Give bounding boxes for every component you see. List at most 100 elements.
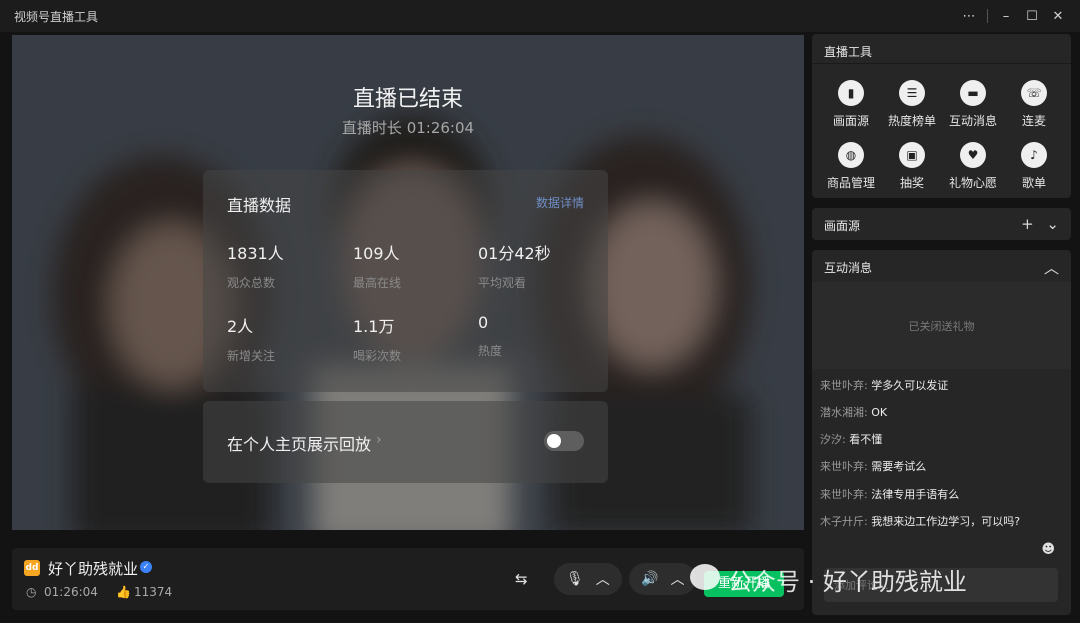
more-icon[interactable]: ⋯: [957, 5, 981, 27]
tool-playlist[interactable]: ♪ 歌单: [1002, 142, 1066, 191]
stat-label: 最高在线: [353, 276, 402, 290]
chevron-right-icon: ›: [376, 432, 382, 448]
chat-message: 潜水湘湘: OK: [820, 404, 887, 420]
screen-source-icon: ▮: [838, 80, 864, 106]
tool-heat-list[interactable]: ☰ 热度榜单: [880, 80, 944, 129]
app-title: 视频号直播工具: [14, 10, 99, 24]
chat-user: 木子廾斤:: [820, 515, 868, 528]
emoji-icon[interactable]: ☻: [1041, 542, 1055, 557]
live-ended-title: 直播已结束: [352, 87, 463, 112]
tool-gift-wish[interactable]: ♥ 礼物心愿: [941, 142, 1005, 191]
stat-value: 0: [478, 313, 489, 332]
clock-icon: ◷: [26, 585, 37, 599]
data-detail-link[interactable]: 数据详情: [536, 194, 584, 211]
verified-icon: ✓: [140, 561, 152, 573]
tool-label: 互动消息: [948, 114, 997, 128]
stat-label: 新增关注: [227, 349, 276, 363]
tools-title: 直播工具: [812, 34, 1071, 64]
tool-label: 礼物心愿: [948, 176, 997, 190]
chat-user: 潜水湘湘:: [820, 406, 868, 419]
anchor-name: 好丫助残就业: [48, 560, 139, 578]
stat-cheers: 1.1万 喝彩次数: [353, 313, 473, 364]
stat-new-followers: 2人 新增关注: [227, 313, 347, 364]
stat-label: 喝彩次数: [353, 349, 402, 363]
interact-title: 互动消息: [824, 261, 873, 275]
bag-icon: ◍: [838, 142, 864, 168]
heart-icon: ♥: [960, 142, 986, 168]
minimize-icon[interactable]: –: [994, 5, 1018, 27]
stat-value: 1831人: [227, 244, 284, 263]
source-actions: + ⌄: [1021, 215, 1059, 233]
chevron-up-icon[interactable]: ︿: [596, 569, 610, 589]
chat-user: 来世卟弃:: [820, 460, 868, 473]
bottom-bar: dd 好丫助残就业 ✓ ◷ 01:26:04 👍 11374 ⇆ 🎙 ︿ 🔊 ︿…: [12, 548, 804, 610]
gift-box-icon: ▣: [899, 142, 925, 168]
chevron-up-icon[interactable]: ︿: [670, 569, 684, 589]
tool-label: 热度榜单: [887, 114, 936, 128]
tool-label: 抽奖: [899, 176, 924, 190]
replay-label: 在个人主页展示回放: [227, 435, 372, 454]
chat-text: OK: [871, 406, 888, 419]
window-controls: ⋯ – ☐ ✕: [957, 5, 1070, 27]
stat-total-viewers: 1831人 观众总数: [227, 240, 347, 291]
chat-text: 看不懂: [849, 433, 883, 446]
chat-text: 法律专用手语有么: [871, 488, 960, 501]
tool-interact-msg[interactable]: ▬ 互动消息: [941, 80, 1005, 129]
live-duration: 直播时长 01:26:04: [341, 119, 475, 137]
live-tools-panel: 直播工具 ▮ 画面源 ☰ 热度榜单 ▬ 互动消息 ☏ 连麦 ◍ 商品管理 ▣ 抽…: [812, 34, 1071, 198]
mic-icon[interactable]: 🎙: [566, 571, 584, 587]
mic-control[interactable]: 🎙 ︿: [554, 563, 622, 595]
collapse-icon[interactable]: ︿: [1044, 257, 1059, 278]
thumbs-up-icon: 👍: [116, 585, 131, 599]
chat-message: 汐汐: 看不懂: [820, 431, 882, 447]
stat-avg-watch: 01分42秒 平均观看: [478, 240, 598, 291]
tool-label: 画面源: [832, 114, 869, 128]
chat-text: 我想来边工作边学习，可以吗?: [871, 515, 1021, 528]
gifts-closed-note: 已关闭送礼物: [908, 320, 975, 333]
interact-messages-panel: 互动消息 ︿ 已关闭送礼物 来世卟弃: 学多久可以发证 潜水湘湘: OK 汐汐:…: [812, 250, 1071, 615]
tool-screen-source[interactable]: ▮ 画面源: [819, 80, 883, 129]
tool-goods[interactable]: ◍ 商品管理: [819, 142, 883, 191]
chat-user: 汐汐:: [820, 433, 846, 446]
tool-label: 商品管理: [826, 176, 875, 190]
stat-label: 平均观看: [478, 276, 527, 290]
stat-label: 热度: [478, 344, 503, 358]
divider: [987, 9, 988, 23]
maximize-icon[interactable]: ☐: [1020, 5, 1044, 27]
stat-value: 109人: [353, 244, 400, 263]
tool-lottery[interactable]: ▣ 抽奖: [880, 142, 944, 191]
chat-message: 来世卟弃: 学多久可以发证: [820, 377, 948, 393]
stat-value: 1.1万: [353, 317, 395, 336]
stat-heat: 0 热度: [478, 313, 598, 359]
chat-message: 木子廾斤: 我想来边工作边学习，可以吗?: [820, 513, 1020, 529]
stat-label: 观众总数: [227, 276, 276, 290]
speaker-control[interactable]: 🔊 ︿: [629, 563, 697, 595]
stats-title: 直播数据: [227, 196, 292, 215]
phone-icon: ☏: [1021, 80, 1047, 106]
chat-text: 学多久可以发证: [871, 379, 949, 392]
chat-user: 来世卟弃:: [820, 379, 868, 392]
chat-message: 来世卟弃: 法律专用手语有么: [820, 486, 959, 502]
chevron-down-icon[interactable]: ⌄: [1046, 215, 1059, 233]
list-icon: ☰: [899, 80, 925, 106]
live-stats-card: 直播数据 数据详情 1831人 观众总数 109人 最高在线 01分42秒 平均…: [203, 170, 608, 392]
like-count: 11374: [134, 585, 173, 599]
replay-card[interactable]: 在个人主页展示回放 ›: [203, 401, 608, 483]
stat-value: 2人: [227, 317, 254, 336]
speaker-icon[interactable]: 🔊: [641, 571, 658, 587]
add-icon[interactable]: +: [1021, 215, 1034, 233]
toggle-knob: [547, 434, 561, 448]
stat-peak-online: 109人 最高在线: [353, 240, 473, 291]
tool-label: 歌单: [1021, 176, 1046, 190]
chat-user: 来世卟弃:: [820, 488, 868, 501]
screen-rotate-icon[interactable]: ⇆: [515, 570, 528, 588]
replay-toggle[interactable]: [544, 431, 584, 451]
music-icon: ♪: [1021, 142, 1047, 168]
wechat-watermark-icon: [690, 564, 720, 590]
anchor-duration: 01:26:04: [44, 585, 98, 599]
tool-co-host[interactable]: ☏ 连麦: [1002, 80, 1066, 129]
video-stage: 直播已结束 直播时长 01:26:04 直播数据 数据详情 1831人 观众总数…: [12, 35, 804, 530]
tool-label: 连麦: [1021, 114, 1046, 128]
watermark-text: 公众号 · 好丫助残就业: [728, 568, 967, 596]
close-icon[interactable]: ✕: [1046, 5, 1070, 27]
